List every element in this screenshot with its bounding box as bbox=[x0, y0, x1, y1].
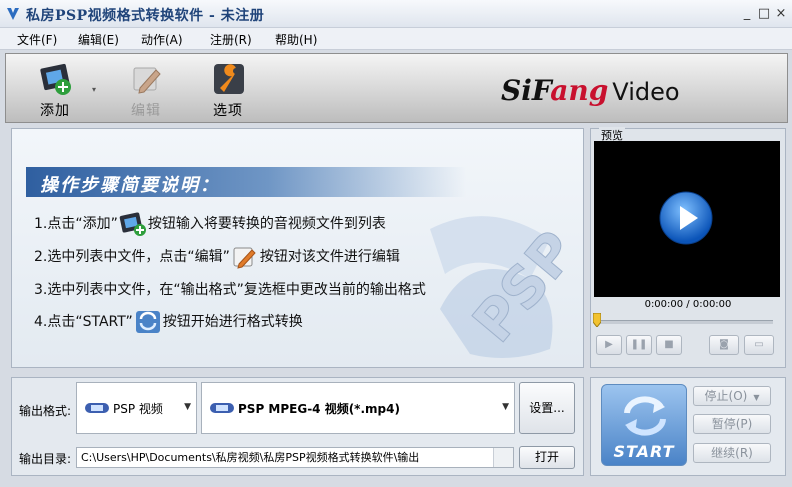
settings-button[interactable]: 设置... bbox=[519, 382, 575, 434]
fullscreen-icon: ▭ bbox=[754, 339, 764, 350]
add-film-icon bbox=[119, 212, 146, 236]
options-label: 选项 bbox=[213, 103, 243, 119]
instructions-title-bar: 操作步骤简要说明： bbox=[26, 167, 466, 197]
step2-text-a: 2.选中列表中文件，点击“编辑” bbox=[34, 249, 230, 265]
play-small-icon: ▶ bbox=[605, 339, 613, 350]
format-select[interactable]: PSP MPEG-4 视频(*.mp4) ▼ bbox=[201, 382, 515, 434]
title-bar: 私房PSP视频格式转换软件 - 未注册 _ □ × bbox=[0, 0, 792, 28]
instruction-step-3: 3.选中列表中文件，在“输出格式”复选框中更改当前的输出格式 bbox=[34, 282, 426, 298]
instruction-step-4: 4.点击“START” 按钮开始进行格式转换 bbox=[34, 309, 303, 335]
action-panel: START 停止(O) ▼ 暂停(P) 继续(R) bbox=[590, 377, 786, 476]
maximize-button[interactable]: □ bbox=[755, 5, 773, 23]
chevron-down-icon[interactable]: ▼ bbox=[184, 402, 191, 412]
device-select[interactable]: PSP 视频 ▼ bbox=[76, 382, 197, 434]
menu-bar: 文件(F) 编辑(E) 动作(A) 注册(R) 帮助(H) bbox=[0, 28, 792, 50]
instructions-panel: PSP 操作步骤简要说明： 1.点击“添加” 按钮输入将要转换的音视频文件到列表… bbox=[11, 128, 584, 368]
instruction-step-2: 2.选中列表中文件，点击“编辑” 按钮对该文件进行编辑 bbox=[34, 244, 400, 270]
step1-text-a: 1.点击“添加” bbox=[34, 216, 118, 232]
step1-text-b: 按钮输入将要转换的音视频文件到列表 bbox=[147, 216, 386, 232]
brand-logo-part1: SiF bbox=[501, 74, 551, 107]
resume-convert-button[interactable]: 继续(R) bbox=[693, 443, 771, 463]
stop-convert-label: 停止(O) bbox=[704, 389, 748, 403]
step4-text-b: 按钮开始进行格式转换 bbox=[162, 314, 303, 330]
seek-slider[interactable] bbox=[597, 320, 773, 324]
output-dir-field[interactable]: C:\Users\HP\Documents\私房视频\私房PSP视频格式转换软件… bbox=[76, 447, 514, 468]
add-button[interactable]: 添加 bbox=[25, 60, 85, 120]
menu-register[interactable]: 注册(R) bbox=[210, 31, 252, 48]
edit-pencil-icon bbox=[133, 67, 161, 94]
menu-file[interactable]: 文件(F) bbox=[17, 31, 57, 48]
stop-button[interactable]: ■ bbox=[656, 335, 682, 355]
add-film-icon bbox=[40, 63, 71, 95]
psp-watermark: PSP bbox=[430, 216, 580, 358]
convert-arrows-icon bbox=[624, 396, 666, 436]
psp-device-icon bbox=[85, 403, 109, 413]
menu-action[interactable]: 动作(A) bbox=[141, 31, 183, 48]
edit-pencil-icon bbox=[233, 247, 256, 269]
browse-icon[interactable] bbox=[493, 448, 513, 467]
camera-icon: ◙ bbox=[719, 339, 729, 350]
pause-convert-button[interactable]: 暂停(P) bbox=[693, 414, 771, 434]
preview-panel: 预览 0:00:00 / 0:00:00 ▶ ❚❚ ■ ◙ ▭ bbox=[590, 127, 786, 368]
play-icon[interactable] bbox=[658, 190, 714, 246]
menu-edit[interactable]: 编辑(E) bbox=[78, 31, 119, 48]
options-button[interactable]: 选项 bbox=[198, 60, 258, 120]
device-value: PSP 视频 bbox=[113, 402, 163, 416]
minimize-button[interactable]: _ bbox=[738, 5, 756, 23]
open-folder-button[interactable]: 打开 bbox=[519, 446, 575, 469]
brand-logo-part3: Video bbox=[612, 78, 680, 106]
toolbar: 添加 ▾ 编辑 选项 SiFang Video bbox=[5, 53, 788, 123]
window-title: 私房PSP视频格式转换软件 - 未注册 bbox=[26, 8, 265, 24]
instructions-title: 操作步骤简要说明： bbox=[40, 175, 220, 196]
fullscreen-button[interactable]: ▭ bbox=[744, 335, 774, 355]
brand-logo-part2: ang bbox=[550, 74, 609, 107]
step4-text-a: 4.点击“START” bbox=[34, 314, 133, 330]
close-button[interactable]: × bbox=[772, 5, 790, 23]
snapshot-button[interactable]: ◙ bbox=[709, 335, 739, 355]
psp-device-icon bbox=[210, 403, 234, 413]
stop-icon: ■ bbox=[664, 339, 674, 350]
brand-logo: SiFang Video bbox=[501, 74, 680, 107]
wrench-icon bbox=[214, 64, 244, 94]
menu-help[interactable]: 帮助(H) bbox=[275, 31, 317, 48]
seek-thumb[interactable] bbox=[593, 313, 601, 327]
pause-button[interactable]: ❚❚ bbox=[626, 335, 652, 355]
start-icon bbox=[135, 311, 160, 333]
start-label: START bbox=[613, 442, 675, 461]
output-dir-label: 输出目录: bbox=[19, 452, 72, 466]
app-logo-icon bbox=[7, 8, 19, 20]
time-readout: 0:00:00 / 0:00:00 bbox=[644, 299, 732, 310]
step2-text-b: 按钮对该文件进行编辑 bbox=[259, 249, 400, 265]
chevron-down-icon[interactable]: ▼ bbox=[753, 393, 759, 402]
format-value: PSP MPEG-4 视频(*.mp4) bbox=[238, 402, 400, 416]
edit-label: 编辑 bbox=[131, 103, 161, 119]
add-label: 添加 bbox=[40, 103, 70, 119]
output-dir-value: C:\Users\HP\Documents\私房视频\私房PSP视频格式转换软件… bbox=[81, 451, 420, 464]
chevron-down-icon[interactable]: ▼ bbox=[502, 402, 509, 412]
output-panel: 输出格式: PSP 视频 ▼ PSP MPEG-4 视频(*.mp4) ▼ 设置… bbox=[11, 377, 584, 476]
play-button[interactable]: ▶ bbox=[596, 335, 622, 355]
video-screen[interactable] bbox=[594, 141, 780, 297]
stop-convert-button[interactable]: 停止(O) ▼ bbox=[693, 386, 771, 406]
start-button[interactable]: START bbox=[601, 384, 687, 466]
edit-button[interactable]: 编辑 bbox=[116, 60, 176, 120]
output-format-label: 输出格式: bbox=[19, 404, 72, 418]
pause-icon: ❚❚ bbox=[630, 339, 648, 350]
instruction-step-1: 1.点击“添加” 按钮输入将要转换的音视频文件到列表 bbox=[34, 211, 386, 237]
add-dropdown-icon[interactable]: ▾ bbox=[92, 85, 96, 94]
